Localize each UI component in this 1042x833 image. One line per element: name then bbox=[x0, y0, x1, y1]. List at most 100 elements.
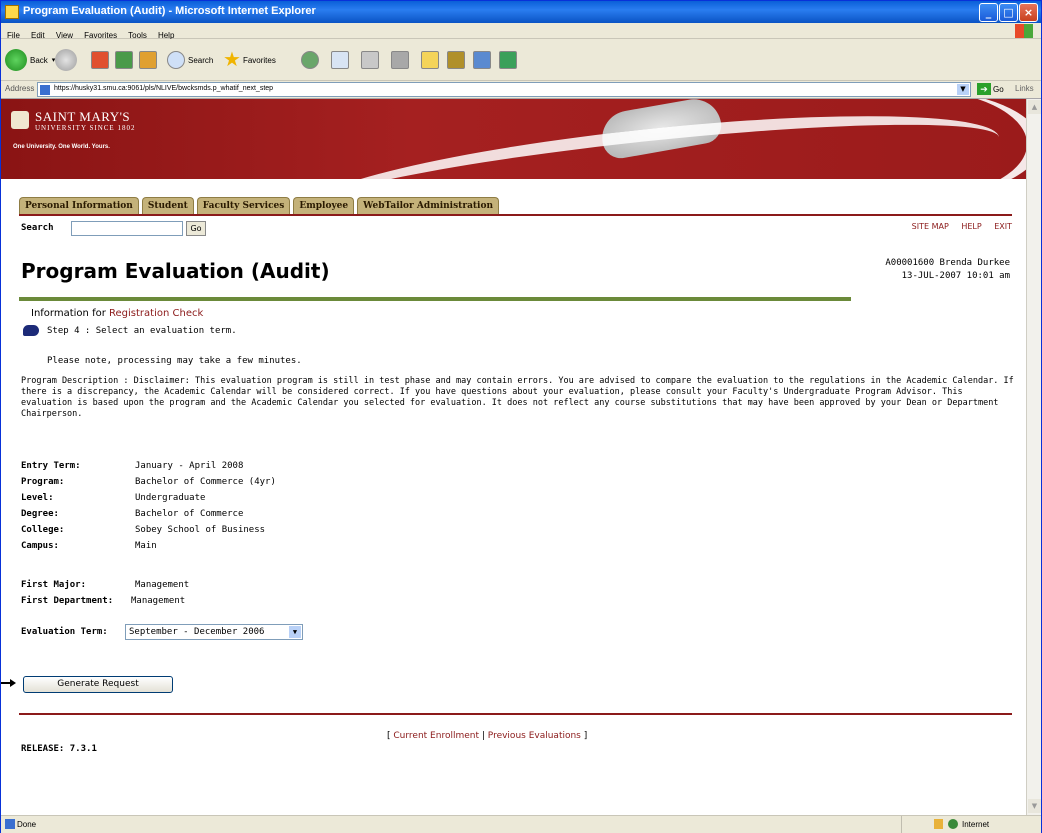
info-bubble-icon bbox=[23, 325, 39, 336]
evaluation-term-label: Evaluation Term: bbox=[21, 627, 108, 637]
detail-label: Level: bbox=[21, 493, 54, 503]
vertical-scrollbar[interactable]: ▲ ▼ bbox=[1026, 99, 1041, 815]
chevron-down-icon[interactable]: ▼ bbox=[289, 626, 301, 638]
history-button[interactable] bbox=[301, 47, 319, 73]
detail-label: Program: bbox=[21, 477, 65, 487]
back-button[interactable]: Back ▾ bbox=[5, 47, 55, 73]
address-field[interactable]: https://husky31.smu.ca:9061/pls/NLIVE/bw… bbox=[37, 82, 971, 97]
zone-label: Internet bbox=[962, 820, 990, 829]
top-links: SITE MAP HELP EXIT bbox=[902, 222, 1012, 231]
major-value: Management bbox=[135, 580, 190, 590]
footer-divider bbox=[19, 713, 1012, 715]
tab-personal-information[interactable]: Personal Information bbox=[19, 197, 139, 214]
detail-value: Main bbox=[135, 541, 157, 551]
toolbar: Back ▾ Search ★ Favorites bbox=[1, 39, 1041, 81]
tab-faculty-services[interactable]: Faculty Services bbox=[196, 197, 291, 214]
research-icon bbox=[447, 51, 465, 69]
print-button[interactable] bbox=[361, 47, 379, 73]
magnifier-icon bbox=[167, 51, 185, 69]
university-name[interactable]: SAINT MARY'S bbox=[35, 109, 130, 125]
university-subtitle: UNIVERSITY SINCE 1802 bbox=[35, 124, 136, 132]
tab-employee[interactable]: Employee bbox=[293, 197, 355, 214]
scroll-up-icon[interactable]: ▲ bbox=[1028, 100, 1041, 114]
stop-icon bbox=[91, 51, 109, 69]
info-for: Information for Registration Check bbox=[31, 308, 203, 319]
extra-button[interactable] bbox=[499, 47, 517, 73]
favorites-label: Favorites bbox=[242, 55, 276, 65]
detail-value: January - April 2008 bbox=[135, 461, 244, 471]
detail-value: Sobey School of Business bbox=[135, 525, 266, 535]
links-button[interactable]: Links bbox=[1015, 84, 1034, 93]
bottom-links: [ Current Enrollment | Previous Evaluati… bbox=[387, 731, 587, 741]
messenger-button[interactable] bbox=[473, 47, 491, 73]
forward-button[interactable] bbox=[55, 47, 80, 73]
department-value: Management bbox=[131, 596, 186, 606]
back-label: Back bbox=[30, 55, 48, 65]
research-button[interactable] bbox=[447, 47, 465, 73]
history-icon bbox=[301, 51, 319, 69]
tab-student[interactable]: Student bbox=[141, 197, 194, 214]
detail-value: Bachelor of Commerce bbox=[135, 509, 244, 519]
forward-arrow-icon bbox=[55, 49, 77, 71]
windows-logo-icon bbox=[1015, 24, 1033, 38]
chevron-down-icon[interactable]: ▼ bbox=[957, 84, 969, 95]
mail-button[interactable] bbox=[331, 47, 349, 73]
menu-bar: File Edit View Favorites Tools Help bbox=[1, 23, 1041, 40]
maximize-button[interactable]: □ bbox=[999, 3, 1018, 22]
program-description: Program Description : Disclaimer: This e… bbox=[21, 376, 1014, 419]
pointer-arrow-icon bbox=[1, 679, 16, 687]
detail-label: Degree: bbox=[21, 509, 59, 519]
university-banner: SAINT MARY'S UNIVERSITY SINCE 1802 One U… bbox=[1, 99, 1026, 179]
status-text: Done bbox=[17, 820, 37, 829]
edit-button[interactable] bbox=[391, 47, 409, 73]
major-label: First Major: bbox=[21, 580, 87, 590]
registration-check-link[interactable]: Registration Check bbox=[109, 308, 203, 319]
security-zone: Internet bbox=[901, 816, 1041, 833]
search-label: Search bbox=[188, 55, 214, 65]
banner-swoosh bbox=[781, 99, 1026, 179]
stop-button[interactable] bbox=[91, 47, 109, 73]
messenger-icon bbox=[473, 51, 491, 69]
search-input[interactable] bbox=[71, 221, 183, 236]
previous-evaluations-link[interactable]: Previous Evaluations bbox=[488, 731, 581, 741]
go-button[interactable]: ➔ Go bbox=[977, 83, 1004, 95]
tab-webtailor-administration[interactable]: WebTailor Administration bbox=[357, 197, 500, 214]
favorites-button[interactable]: ★ Favorites bbox=[223, 47, 276, 73]
home-button[interactable] bbox=[139, 47, 157, 73]
university-crest-icon bbox=[11, 111, 29, 129]
globe-icon bbox=[948, 819, 958, 829]
title-bar: Program Evaluation (Audit) - Microsoft I… bbox=[1, 1, 1041, 23]
link-separator: | bbox=[481, 731, 485, 741]
address-url[interactable]: https://husky31.smu.ca:9061/pls/NLIVE/bw… bbox=[54, 85, 273, 92]
bracket-close: ] bbox=[583, 731, 588, 741]
edit-icon bbox=[391, 51, 409, 69]
close-button[interactable]: × bbox=[1019, 3, 1038, 22]
current-enrollment-link[interactable]: Current Enrollment bbox=[393, 731, 479, 741]
step-instruction: Step 4 : Select an evaluation term. bbox=[47, 326, 237, 336]
discuss-button[interactable] bbox=[421, 47, 439, 73]
release-version: RELEASE: 7.3.1 bbox=[21, 744, 97, 754]
search-button[interactable]: Search bbox=[167, 47, 213, 73]
ie-page-icon bbox=[5, 5, 19, 19]
minimize-button[interactable]: _ bbox=[979, 3, 998, 22]
university-tagline: One University. One World. Yours. bbox=[13, 144, 110, 150]
help-link[interactable]: HELP bbox=[961, 222, 981, 231]
folder-icon bbox=[421, 51, 439, 69]
page-title: Program Evaluation (Audit) bbox=[21, 259, 330, 283]
department-label: First Department: bbox=[21, 596, 114, 606]
refresh-button[interactable] bbox=[115, 47, 133, 73]
search-go-button[interactable]: Go bbox=[186, 221, 206, 236]
processing-note: Please note, processing may take a few m… bbox=[47, 356, 302, 366]
detail-value: Undergraduate bbox=[135, 493, 206, 503]
evaluation-term-select[interactable]: September - December 2006 ▼ bbox=[125, 624, 303, 640]
lock-icon bbox=[934, 819, 943, 829]
evaluation-term-value: September - December 2006 bbox=[129, 627, 265, 637]
window-title: Program Evaluation (Audit) - Microsoft I… bbox=[23, 5, 316, 17]
exit-link[interactable]: EXIT bbox=[994, 222, 1012, 231]
status-bar: Done Internet bbox=[1, 815, 1041, 833]
generate-request-button[interactable]: Generate Request bbox=[23, 676, 173, 693]
site-map-link[interactable]: SITE MAP bbox=[912, 222, 949, 231]
search-label: Search bbox=[21, 223, 54, 233]
scroll-down-icon[interactable]: ▼ bbox=[1028, 799, 1041, 813]
star-icon: ★ bbox=[223, 49, 241, 71]
